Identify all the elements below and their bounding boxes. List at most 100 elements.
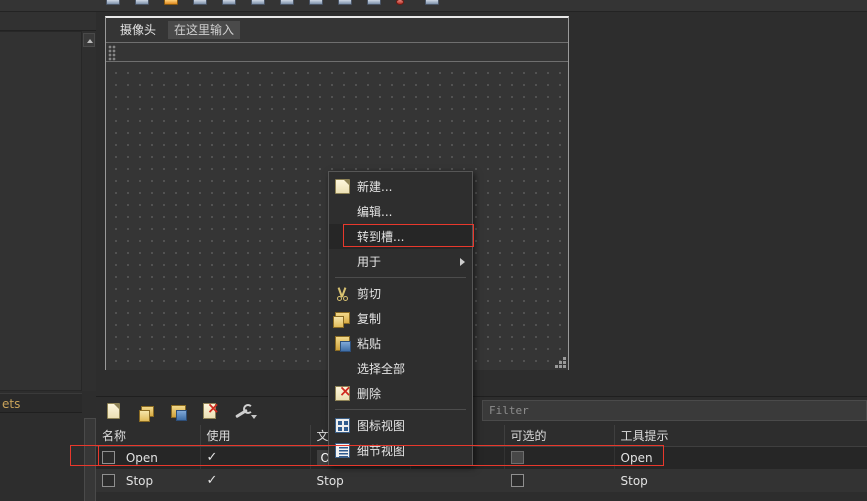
toolbar-layout-grid-icon[interactable] (307, 0, 325, 7)
context-menu-item-used-in[interactable]: 用于 (329, 249, 472, 274)
context-menu-item-detail-view[interactable]: 细节视图 (329, 438, 472, 463)
cell-checkable[interactable] (504, 469, 615, 492)
toolbar-form-icon[interactable] (133, 0, 151, 7)
delete-icon (203, 401, 220, 419)
toolbar-layout-h-icon[interactable] (249, 0, 267, 7)
toolbar-adjust-size-icon[interactable] (423, 0, 441, 7)
toolbar-layout-v-icon[interactable] (278, 0, 296, 7)
toolbar-break-layout-icon[interactable] (394, 0, 412, 7)
context-menu-separator (335, 409, 466, 410)
left-dock-tab-label[interactable]: ets (0, 393, 82, 413)
new-document-icon (335, 179, 350, 194)
context-menu-label: 粘贴 (357, 337, 382, 351)
action-editor-dock: Filter 名称 使用 文本 快捷键 可选的 工具提示 (96, 396, 867, 501)
context-menu-label: 新建... (357, 180, 393, 194)
context-menu-label: 转到槽... (357, 230, 405, 244)
toolbar-buddy-icon[interactable] (191, 0, 209, 7)
context-menu-item-delete[interactable]: 删除 (329, 381, 472, 406)
cell-tooltip[interactable]: Stop (614, 469, 867, 492)
menubar-item-camera[interactable]: 摄像头 (114, 21, 162, 39)
delete-icon (335, 384, 352, 401)
copy-action-button[interactable] (136, 401, 156, 422)
context-menu-label: 选择全部 (357, 362, 406, 376)
left-dock-titlebar (0, 12, 96, 31)
context-menu-item-edit[interactable]: 编辑... (329, 199, 472, 224)
checkable-checkbox[interactable] (510, 473, 524, 487)
new-document-icon (107, 403, 120, 419)
toolbar-tab-order-icon[interactable] (220, 0, 238, 7)
wrench-icon (234, 403, 253, 419)
used-checkmark-icon: ✓ (206, 473, 218, 488)
table-row[interactable]: Open ✓ Open Open (96, 446, 867, 469)
checkable-checkbox[interactable] (510, 450, 524, 464)
context-menu-label: 删除 (357, 387, 382, 401)
widget-box-list[interactable] (0, 31, 82, 391)
chevron-down-icon[interactable] (251, 415, 257, 419)
table-row[interactable]: Stop ✓ Stop Stop (96, 469, 867, 492)
context-menu-label: 用于 (357, 255, 382, 269)
context-menu-item-icon-view[interactable]: 图标视图 (329, 413, 472, 438)
context-menu[interactable]: 新建... 编辑... 转到槽... 用于 剪切 复制 粘贴 选择全部 × 删除… (328, 171, 473, 466)
used-checkmark-icon: ✓ (206, 450, 218, 466)
context-menu-label: 复制 (357, 312, 382, 326)
copy-folder-icon (139, 406, 154, 422)
detail-view-icon (335, 443, 350, 458)
cell-checkable[interactable] (504, 446, 615, 469)
form-menubar[interactable]: 摄像头 在这里输入 (106, 18, 568, 43)
scroll-up-arrow-icon[interactable] (83, 33, 95, 47)
toolbar-signal-slot-icon[interactable] (162, 0, 180, 7)
paste-icon (335, 336, 351, 352)
row-checkbox[interactable] (102, 450, 115, 464)
left-dock-lower-scrollbar[interactable] (84, 418, 96, 501)
scissors-icon (335, 286, 350, 301)
context-menu-item-new[interactable]: 新建... (329, 174, 472, 199)
submenu-arrow-icon (460, 258, 465, 266)
app-root: ets 摄像头 在这里输入 × Filter 名称 使用 可选的 工具提示 Op… (0, 0, 867, 501)
context-menu-separator (335, 277, 466, 278)
column-header-tooltip[interactable]: 工具提示 (614, 425, 867, 447)
context-menu-item-paste[interactable]: 粘贴 (329, 331, 472, 356)
context-menu-item-copy[interactable]: 复制 (329, 306, 472, 331)
paste-action-button[interactable] (168, 401, 188, 421)
form-resize-grip-icon[interactable] (554, 356, 566, 368)
row-checkbox[interactable] (102, 473, 115, 487)
cell-name[interactable]: Open (96, 446, 201, 469)
context-menu-item-select-all[interactable]: 选择全部 (329, 356, 472, 381)
cell-shortcut[interactable] (410, 469, 505, 492)
context-menu-label: 编辑... (357, 205, 393, 219)
cell-tooltip[interactable]: Open (614, 446, 867, 469)
toolbar-layout-form-icon[interactable] (336, 0, 354, 7)
cell-used: ✓ (200, 446, 311, 469)
cell-text[interactable]: Stop (310, 469, 411, 492)
main-toolbar (0, 0, 867, 12)
left-dock-lower-panel (0, 414, 82, 501)
context-menu-label: 剪切 (357, 287, 382, 301)
context-menu-label: 图标视图 (357, 419, 406, 433)
column-header-used[interactable]: 使用 (200, 425, 311, 447)
context-menu-item-go-to-slot[interactable]: 转到槽... (329, 224, 472, 249)
configure-button[interactable] (232, 401, 257, 421)
context-menu-label: 细节视图 (357, 444, 406, 458)
column-header-name[interactable]: 名称 (96, 425, 201, 447)
toolbar-splitter-icon[interactable] (365, 0, 383, 7)
icon-view-icon (335, 418, 350, 433)
cell-used: ✓ (200, 469, 311, 492)
toolbar-icon-group (104, 0, 441, 7)
action-table[interactable]: 名称 使用 文本 快捷键 可选的 工具提示 Open ✓ (96, 425, 867, 492)
filter-input[interactable]: Filter (482, 400, 867, 421)
copy-folder-icon (333, 312, 350, 328)
row-name-label: Open (125, 450, 158, 465)
widget-box-scrollbar[interactable] (82, 31, 96, 391)
delete-action-button[interactable] (200, 401, 220, 421)
left-dock-panel: ets (0, 12, 96, 501)
form-editor-area: 摄像头 在这里输入 (96, 12, 867, 396)
toolbar-widget-icon[interactable] (104, 0, 122, 7)
form-menubar-second-row (106, 44, 568, 62)
menubar-drag-handle-icon[interactable] (108, 45, 116, 61)
column-header-checkable[interactable]: 可选的 (504, 425, 615, 447)
menubar-type-here-placeholder[interactable]: 在这里输入 (168, 21, 241, 39)
row-name-label: Stop (125, 473, 154, 488)
new-action-button[interactable] (104, 401, 124, 421)
context-menu-item-cut[interactable]: 剪切 (329, 281, 472, 306)
cell-name[interactable]: Stop (96, 469, 201, 492)
